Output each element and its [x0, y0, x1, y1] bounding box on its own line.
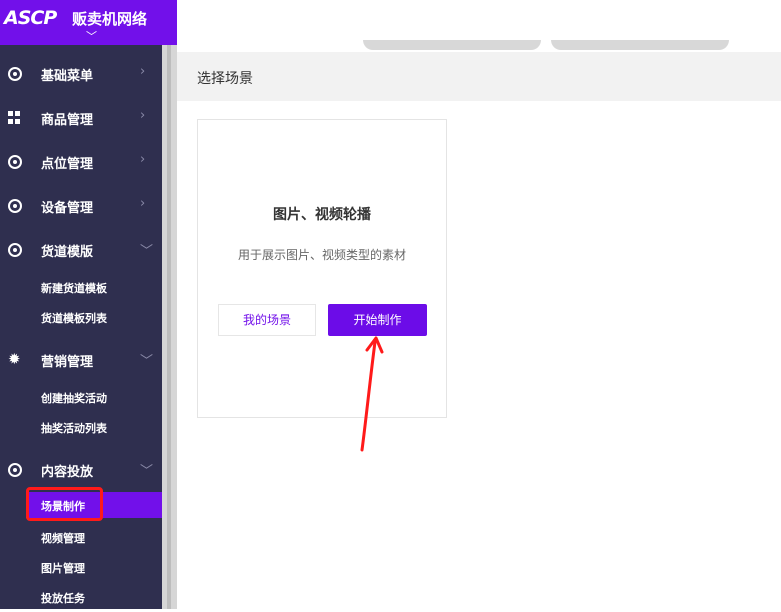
logo-bar[interactable]: ASCP 贩卖机网络 ﹀: [0, 0, 177, 45]
sidebar-subitem-create-lottery[interactable]: 创建抽奖活动: [0, 382, 162, 412]
sidebar-item-label: 商品管理: [41, 113, 94, 128]
brand-name: 贩卖机网络: [72, 10, 148, 28]
chevron-down-icon: ﹀: [140, 354, 154, 369]
card-description: 用于展示图片、视频类型的素材: [237, 248, 406, 262]
sidebar-item-locations[interactable]: 点位管理 ›: [0, 140, 162, 184]
sidebar-scrollbar[interactable]: [162, 45, 177, 609]
top-tab-1[interactable]: [363, 40, 541, 50]
sidebar-item-content-delivery[interactable]: 内容投放 ﹀: [0, 448, 162, 492]
sidebar-subitem-new-lane-template[interactable]: 新建货道模板: [0, 272, 162, 302]
sidebar-item-label: 设备管理: [41, 201, 94, 216]
annotation-highlight-box: [26, 487, 103, 521]
chevron-right-icon: ›: [140, 108, 146, 123]
chevron-down-icon[interactable]: ﹀: [86, 28, 97, 44]
sidebar-subitem-label: 抽奖活动列表: [41, 422, 107, 435]
sidebar-subitem-lottery-list[interactable]: 抽奖活动列表: [0, 412, 162, 442]
chevron-down-icon: ﹀: [140, 244, 154, 259]
ring-icon: [8, 155, 22, 169]
sidebar-subitem-image-management[interactable]: 图片管理: [0, 552, 162, 582]
scene-card: 图片、视频轮播 用于展示图片、视频类型的素材 我的场景 开始制作: [197, 119, 447, 418]
sidebar-item-label: 点位管理: [41, 157, 94, 172]
ring-icon: [8, 199, 22, 213]
sidebar-item-devices[interactable]: 设备管理 ›: [0, 184, 162, 228]
sidebar-subitem-label: 创建抽奖活动: [41, 392, 107, 405]
sidebar-item-lane-templates[interactable]: 货道模版 ﹀: [0, 228, 162, 272]
page-title-bar: 选择场景: [177, 52, 781, 101]
top-tab-2[interactable]: [551, 40, 729, 50]
sidebar-subitem-label: 投放任务: [41, 592, 85, 605]
sidebar-item-marketing[interactable]: ✹ 营销管理 ﹀: [0, 338, 162, 382]
sidebar-subitem-video-management[interactable]: 视频管理: [0, 522, 162, 552]
chevron-right-icon: ›: [140, 64, 146, 79]
chevron-down-icon: ﹀: [140, 464, 154, 479]
gear-icon: ✹: [8, 350, 21, 368]
sidebar-subitem-label: 货道模板列表: [41, 312, 107, 325]
sidebar-item-basic-menu[interactable]: 基础菜单 ›: [0, 52, 162, 96]
sidebar-item-label: 基础菜单: [41, 69, 94, 84]
ring-icon: [8, 463, 22, 477]
sidebar-subitem-label: 视频管理: [41, 532, 85, 545]
page-title: 选择场景: [197, 71, 253, 87]
sidebar-item-products[interactable]: 商品管理 ›: [0, 96, 162, 140]
card-title: 图片、视频轮播: [273, 207, 371, 223]
chevron-right-icon: ›: [140, 196, 146, 211]
sidebar-subitem-label: 图片管理: [41, 562, 85, 575]
sidebar-subitem-label: 新建货道模板: [41, 282, 107, 295]
sidebar-item-label: 货道模版: [41, 245, 94, 260]
my-scenes-button[interactable]: 我的场景: [218, 304, 316, 336]
annotation-arrow-icon: [360, 336, 384, 452]
sidebar-subitem-lane-template-list[interactable]: 货道模板列表: [0, 302, 162, 332]
chevron-right-icon: ›: [140, 152, 146, 167]
logo: ASCP: [4, 7, 57, 29]
sidebar-item-label: 营销管理: [41, 355, 94, 370]
sidebar-item-label: 内容投放: [41, 465, 94, 480]
sidebar-subitem-delivery-tasks[interactable]: 投放任务: [0, 582, 162, 612]
topbar: [177, 0, 781, 52]
grid-icon: [8, 111, 22, 125]
ring-icon: [8, 67, 22, 81]
ring-icon: [8, 243, 22, 257]
